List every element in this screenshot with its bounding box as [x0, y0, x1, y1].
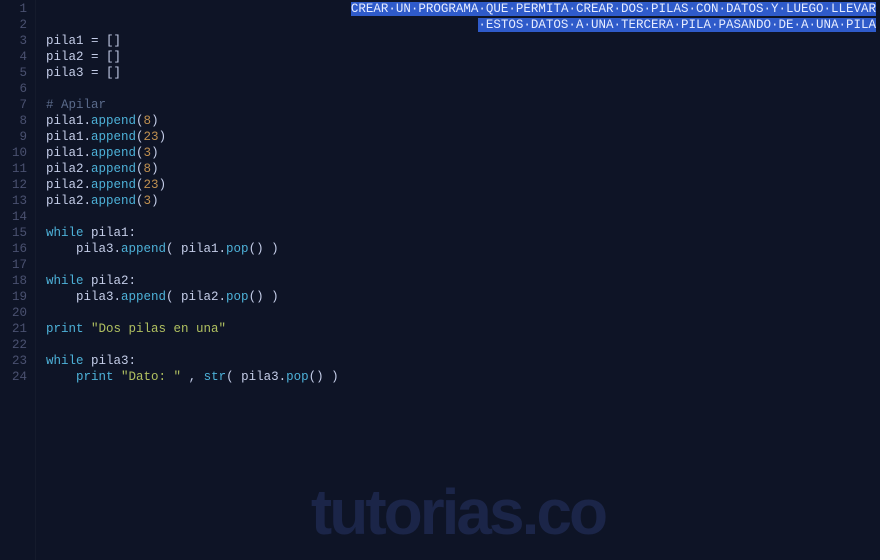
code-line[interactable] [46, 209, 880, 225]
line-number: 23 [0, 353, 35, 369]
line-number: 11 [0, 161, 35, 177]
line-number: 8 [0, 113, 35, 129]
code-line[interactable]: pila2.append(23) [46, 177, 880, 193]
selected-text[interactable]: ·ESTOS·DATOS·A·UNA·TERCERA·PILA·PASANDO·… [478, 18, 876, 32]
code-line[interactable]: # Apilar [46, 97, 880, 113]
line-number: 21 [0, 321, 35, 337]
code-line[interactable]: pila1 = [] [46, 33, 880, 49]
line-number: 13 [0, 193, 35, 209]
line-number: 16 [0, 241, 35, 257]
code-line[interactable]: pila3 = [] [46, 65, 880, 81]
code-area[interactable]: CREAR·UN·PROGRAMA·QUE·PERMITA·CREAR·DOS·… [36, 0, 880, 560]
code-line[interactable]: ·ESTOS·DATOS·A·UNA·TERCERA·PILA·PASANDO·… [46, 17, 880, 33]
code-line[interactable]: pila1.append(3) [46, 145, 880, 161]
code-line[interactable]: while pila1: [46, 225, 880, 241]
code-line[interactable]: while pila2: [46, 273, 880, 289]
line-number: 3 [0, 33, 35, 49]
line-number: 22 [0, 337, 35, 353]
line-number: 5 [0, 65, 35, 81]
line-number: 14 [0, 209, 35, 225]
code-line[interactable]: pila1.append(23) [46, 129, 880, 145]
code-line[interactable]: pila3.append( pila1.pop() ) [46, 241, 880, 257]
code-line[interactable]: pila3.append( pila2.pop() ) [46, 289, 880, 305]
line-number: 4 [0, 49, 35, 65]
code-line[interactable]: pila1.append(8) [46, 113, 880, 129]
code-line[interactable]: print "Dato: " , str( pila3.pop() ) [46, 369, 880, 385]
line-number: 7 [0, 97, 35, 113]
code-line[interactable] [46, 81, 880, 97]
code-line[interactable]: pila2 = [] [46, 49, 880, 65]
line-number: 10 [0, 145, 35, 161]
selected-text[interactable]: CREAR·UN·PROGRAMA·QUE·PERMITA·CREAR·DOS·… [351, 2, 876, 16]
code-line[interactable] [46, 257, 880, 273]
line-number: 2 [0, 17, 35, 33]
code-line[interactable]: CREAR·UN·PROGRAMA·QUE·PERMITA·CREAR·DOS·… [46, 1, 880, 17]
line-number: 15 [0, 225, 35, 241]
code-line[interactable]: pila2.append(8) [46, 161, 880, 177]
code-line[interactable] [46, 337, 880, 353]
code-line[interactable] [46, 305, 880, 321]
line-number: 1 [0, 1, 35, 17]
code-line[interactable]: print "Dos pilas en una" [46, 321, 880, 337]
line-number: 20 [0, 305, 35, 321]
line-number: 18 [0, 273, 35, 289]
line-number: 17 [0, 257, 35, 273]
line-number-gutter: 1 2 3 4 5 6 7 8 9 10 11 12 13 14 15 16 1… [0, 0, 36, 560]
code-editor[interactable]: 1 2 3 4 5 6 7 8 9 10 11 12 13 14 15 16 1… [0, 0, 880, 560]
watermark-text: tutorias.co [36, 504, 880, 520]
code-line[interactable]: pila2.append(3) [46, 193, 880, 209]
line-number: 6 [0, 81, 35, 97]
line-number: 19 [0, 289, 35, 305]
line-number: 24 [0, 369, 35, 385]
line-number: 9 [0, 129, 35, 145]
code-line[interactable]: while pila3: [46, 353, 880, 369]
line-number: 12 [0, 177, 35, 193]
